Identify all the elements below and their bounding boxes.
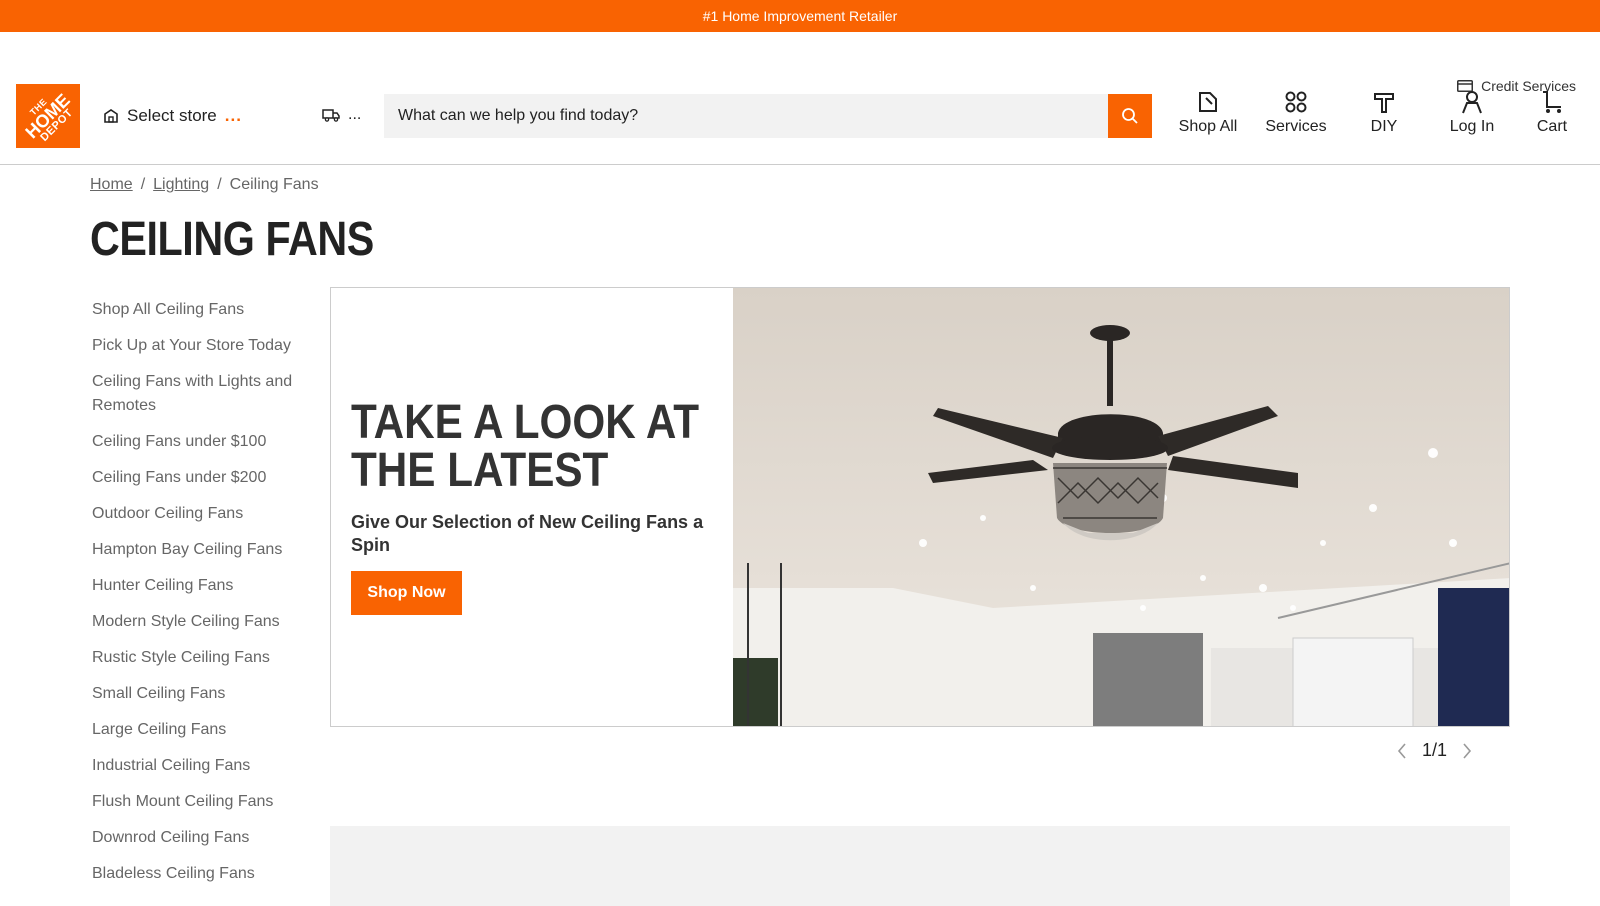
- side-nav-link[interactable]: Small Ceiling Fans: [92, 682, 312, 706]
- shop-now-button[interactable]: Shop Now: [351, 571, 462, 615]
- breadcrumb-home[interactable]: Home: [90, 176, 133, 194]
- side-nav-link[interactable]: Hampton Bay Ceiling Fans: [92, 538, 312, 562]
- side-nav-link[interactable]: Downrod Ceiling Fans: [92, 826, 312, 850]
- side-nav-link[interactable]: Ceiling Fans with Lights and Remotes: [92, 370, 312, 418]
- log-in-button[interactable]: Log In: [1424, 88, 1520, 136]
- diy-label: DIY: [1370, 118, 1398, 135]
- search-icon: [1122, 108, 1138, 124]
- site-header: Credit Services THE HOME DEPOT Select st…: [0, 32, 1600, 165]
- select-store-button[interactable]: Select store ...: [103, 106, 242, 126]
- content-placeholder-card: [330, 826, 1510, 906]
- side-nav-link[interactable]: Hunter Ceiling Fans: [92, 574, 312, 598]
- ceiling-fan-illustration: [733, 288, 1509, 726]
- hero-banner: TAKE A LOOK AT THE LATEST Give Our Selec…: [330, 287, 1510, 727]
- side-nav-link[interactable]: Industrial Ceiling Fans: [92, 754, 312, 778]
- chevron-left-icon[interactable]: [1396, 742, 1408, 760]
- category-side-nav: Shop All Ceiling Fans Pick Up at Your St…: [92, 298, 312, 898]
- diy-button[interactable]: DIY: [1344, 88, 1424, 136]
- search-button[interactable]: [1108, 94, 1152, 138]
- breadcrumb: Home / Lighting / Ceiling Fans: [90, 176, 319, 194]
- cart-label: Cart: [1536, 118, 1568, 135]
- services-icon: [1285, 91, 1307, 113]
- side-nav-link[interactable]: Shop All Ceiling Fans: [92, 298, 312, 322]
- breadcrumb-separator: /: [140, 176, 146, 193]
- cart-icon: [1543, 91, 1561, 113]
- side-nav-link[interactable]: Outdoor Ceiling Fans: [92, 502, 312, 526]
- breadcrumb-separator: /: [217, 176, 222, 193]
- hammer-icon: [1374, 93, 1394, 113]
- ceiling-fan-image[interactable]: [733, 288, 1509, 726]
- hero-subtitle: Give Our Selection of New Ceiling Fans a…: [351, 512, 704, 555]
- shop-all-icon: [1199, 92, 1217, 112]
- delivery-truck-icon: [322, 109, 340, 122]
- side-nav-link[interactable]: Large Ceiling Fans: [92, 718, 312, 742]
- cart-button[interactable]: Cart: [1520, 88, 1584, 136]
- logo-wordmark: THE HOME DEPOT: [21, 89, 76, 144]
- services-button[interactable]: Services: [1248, 88, 1344, 136]
- home-depot-logo[interactable]: THE HOME DEPOT: [16, 84, 80, 148]
- carousel-page-count: 1/1: [1422, 740, 1448, 760]
- side-nav-link[interactable]: Ceiling Fans under $200: [92, 466, 312, 490]
- shop-all-label: Shop All: [1178, 118, 1238, 135]
- services-label: Services: [1265, 118, 1327, 135]
- store-icon: [104, 109, 118, 123]
- breadcrumb-lighting[interactable]: Lighting: [153, 176, 209, 194]
- hero-title: TAKE A LOOK AT THE LATEST: [351, 396, 700, 497]
- header-nav: Shop All Services DIY Log In Cart: [1168, 88, 1584, 136]
- side-nav-link[interactable]: Bladeless Ceiling Fans: [92, 862, 312, 886]
- delivery-loading-dots: ...: [348, 106, 362, 123]
- page-title: CEILING FANS: [90, 213, 374, 266]
- log-in-label: Log In: [1449, 118, 1495, 135]
- side-nav-link[interactable]: Rustic Style Ceiling Fans: [92, 646, 312, 670]
- side-nav-link[interactable]: Flush Mount Ceiling Fans: [92, 790, 312, 814]
- hero-text-panel: TAKE A LOOK AT THE LATEST Give Our Selec…: [331, 288, 733, 726]
- side-nav-link[interactable]: Pick Up at Your Store Today: [92, 334, 312, 358]
- breadcrumb-current: Ceiling Fans: [229, 176, 319, 193]
- user-icon: [1462, 91, 1482, 114]
- store-loading-dots: ...: [224, 106, 242, 125]
- side-nav-link[interactable]: Modern Style Ceiling Fans: [92, 610, 312, 634]
- carousel-pager: 1/1: [1396, 740, 1473, 761]
- promo-text: #1 Home Improvement Retailer: [702, 8, 898, 24]
- chevron-right-icon[interactable]: [1461, 742, 1473, 760]
- search-bar: [384, 94, 1152, 138]
- shop-all-button[interactable]: Shop All: [1168, 88, 1248, 136]
- promo-banner: #1 Home Improvement Retailer: [0, 0, 1600, 32]
- search-input[interactable]: [384, 94, 1108, 138]
- side-nav-link[interactable]: Ceiling Fans under $100: [92, 430, 312, 454]
- select-store-label: Select store: [127, 106, 217, 125]
- delivery-zip-button[interactable]: ...: [322, 106, 361, 124]
